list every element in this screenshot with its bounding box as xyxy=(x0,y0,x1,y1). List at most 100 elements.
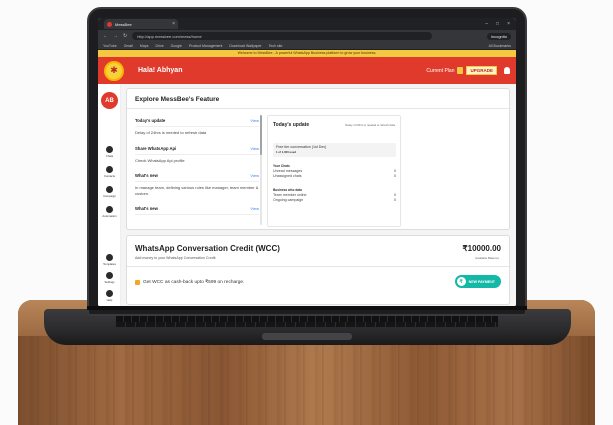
bell-icon[interactable] xyxy=(504,67,510,74)
your-chats-section: Your Chats Unread messages 0 Unassigned … xyxy=(273,164,396,179)
contacts-icon xyxy=(106,166,113,173)
feature-title: Explore MessBee's Feature xyxy=(135,96,220,103)
wcc-balance: ₹10000.00 xyxy=(462,244,501,253)
settings-icon xyxy=(106,272,113,279)
bookmark[interactable]: Tech site xyxy=(269,44,283,48)
main-content: Explore MessBee's Feature Today's update… xyxy=(121,84,516,307)
bookmark[interactable]: Drive xyxy=(155,44,163,48)
payment-icon: ₹ xyxy=(456,277,466,286)
sidebar-item-contacts[interactable]: Contacts xyxy=(98,166,121,178)
list-item: What's new View In manage team, defining… xyxy=(135,170,259,199)
list-item: What's new View xyxy=(135,203,259,216)
stat-value: 0 xyxy=(394,174,396,178)
campaign-icon xyxy=(106,186,113,193)
view-link[interactable]: View xyxy=(250,206,259,211)
sidebar-item-label: Settings xyxy=(104,280,115,284)
upgrade-button[interactable]: UPGRADE xyxy=(466,66,497,75)
bookmarks-bar: YouTube Gmail Maps Drive Google Product … xyxy=(98,42,516,50)
scene: MessBee × – □ × ← → ↻ http://app.messbee… xyxy=(0,0,613,425)
new-payment-button[interactable]: ₹ NEW PAYMENT xyxy=(454,275,501,288)
free-tier-label: Free tier conversation (1st Dec) xyxy=(276,145,327,149)
sidebar-item-label: Automation xyxy=(102,214,117,218)
address-bar[interactable]: http://app.messbee.com/mess/home xyxy=(132,32,433,40)
avatar[interactable]: AB xyxy=(101,92,118,109)
plan-label: Current Plan xyxy=(426,67,455,74)
bookmark[interactable]: YouTube xyxy=(103,44,117,48)
sidebar-item-help[interactable]: Help xyxy=(98,290,121,302)
sidebar-item-templates[interactable]: Templates xyxy=(98,254,121,266)
list-item-title: Today's update xyxy=(135,118,166,123)
bookmark[interactable]: Google xyxy=(171,44,182,48)
welcome-banner: Welcome to MessBee - A powerful WhatsApp… xyxy=(98,50,516,57)
feature-list: Today's update View Delay of 24hrs is ne… xyxy=(135,115,259,227)
sidebar-item-label: Templates xyxy=(103,262,116,266)
stat-value: 0 xyxy=(394,198,396,202)
view-link[interactable]: View xyxy=(250,173,259,178)
favicon-icon xyxy=(107,21,112,27)
list-item-body: In manage team, defining various roles l… xyxy=(135,185,259,196)
sidebar-item-chats[interactable]: Chats xyxy=(98,146,121,158)
list-item-body: Delay of 24hrs is needed to refresh data xyxy=(135,130,207,135)
bookmark[interactable]: Product Management xyxy=(189,44,222,48)
stat-row: Ongoing campaign 0 xyxy=(273,198,396,203)
laptop-keyboard-row xyxy=(116,322,498,327)
minimize-icon[interactable]: – xyxy=(485,21,488,27)
list-item: Today's update View Delay of 24hrs is ne… xyxy=(135,115,259,139)
view-link[interactable]: View xyxy=(250,118,259,123)
sidebar-item-label: Help xyxy=(106,298,113,302)
scrollbar-thumb[interactable] xyxy=(260,115,262,155)
forward-icon[interactable]: → xyxy=(113,33,118,39)
sidebar-item-campaign[interactable]: Campaign xyxy=(98,186,121,198)
wood-grain xyxy=(18,336,595,425)
list-item-title: What's new xyxy=(135,173,158,179)
list-item: Share WhatsApp Api View Check WhatsApp A… xyxy=(135,143,259,167)
laptop-screen: MessBee × – □ × ← → ↻ http://app.messbee… xyxy=(98,18,516,307)
stat-label: Unassigned chats xyxy=(273,174,302,178)
browser-tab-bar: MessBee × – □ × xyxy=(98,18,516,30)
bookmark[interactable]: Gmail xyxy=(124,44,133,48)
sidebar-item-settings[interactable]: Settings xyxy=(98,272,121,284)
trophy-icon xyxy=(135,280,140,285)
current-plan: Current Plan UPGRADE xyxy=(426,66,510,75)
free-tier-box: Free tier conversation (1st Dec) 1 of 1,… xyxy=(273,143,396,157)
list-item-header: What's new View xyxy=(135,203,259,216)
update-title: Today's update xyxy=(273,122,310,128)
today-update-panel: Today's update Delay of 24hrs is needed … xyxy=(267,115,401,227)
scrollbar[interactable] xyxy=(260,115,262,225)
bookmark[interactable]: Download Wallpaper xyxy=(229,44,261,48)
section-heading: Business who data xyxy=(273,188,302,192)
all-bookmarks[interactable]: All Bookmarks xyxy=(489,44,511,48)
wcc-title: WhatsApp Conversation Credit (WCC) xyxy=(135,244,280,253)
maximize-icon[interactable]: □ xyxy=(496,21,499,27)
help-icon xyxy=(106,290,113,297)
back-icon[interactable]: ← xyxy=(103,33,108,39)
stat-row: Unassigned chats 0 xyxy=(273,174,396,179)
list-item-title: What's new xyxy=(135,206,158,212)
laptop-trackpad xyxy=(262,333,352,340)
sidebar-item-automation[interactable]: Automation xyxy=(98,206,121,218)
wcc-balance-label: (Available Balance) xyxy=(474,256,499,260)
address-bar-row: ← → ↻ http://app.messbee.com/mess/home I… xyxy=(98,30,516,42)
greeting: Hala! Abhyan xyxy=(138,67,183,74)
update-delay-note: Delay of 24hrs is needed to refresh data xyxy=(345,123,395,127)
list-item-body: Check WhatsApp Api profile xyxy=(135,157,185,163)
messbee-logo-icon[interactable]: ✱ xyxy=(104,60,124,81)
incognito-badge: Incognito xyxy=(486,32,511,40)
view-link[interactable]: View xyxy=(250,146,259,151)
cashback-note: Get WCC as cash-back upto ₹599 on rechar… xyxy=(135,280,244,285)
wcc-subtitle: Add money to your WhatsApp Conversation … xyxy=(135,256,216,260)
list-item-title: Share WhatsApp Api xyxy=(135,145,177,151)
sidebar-item-label: Chats xyxy=(105,154,114,158)
divider xyxy=(127,108,511,109)
browser-tab[interactable]: MessBee × xyxy=(104,19,178,29)
bookmark[interactable]: Maps xyxy=(140,44,149,48)
stat-label: Ongoing campaign xyxy=(273,198,304,202)
automation-icon xyxy=(106,206,113,213)
close-tab-icon[interactable]: × xyxy=(172,21,175,27)
close-window-icon[interactable]: × xyxy=(507,21,510,27)
tab-title: MessBee xyxy=(115,21,132,27)
window-controls: – □ × xyxy=(485,21,516,27)
list-item-header: What's new View xyxy=(135,170,259,183)
templates-icon xyxy=(106,254,113,261)
reload-icon[interactable]: ↻ xyxy=(123,33,127,39)
